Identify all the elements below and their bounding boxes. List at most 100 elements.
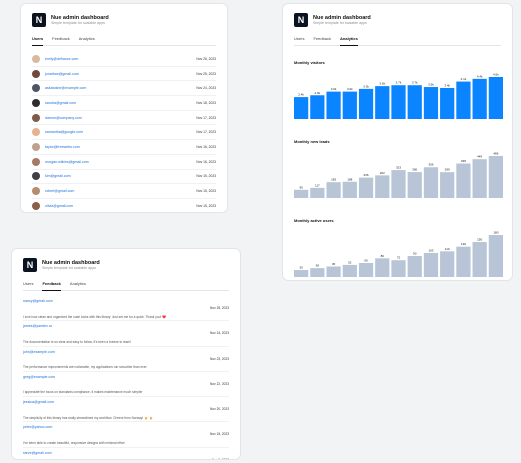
user-row[interactable]: damon@company.com Nov 17, 2023 [32,111,216,126]
user-date: Nov 16, 2023 [196,159,216,164]
tab-users[interactable]: Users [23,281,33,290]
user-email[interactable]: emily@defiance.com [45,57,196,61]
logo-icon: N [32,13,46,27]
user-row[interactable]: emily@defiance.com Nov 26, 2023 [32,52,216,67]
feedback-item[interactable]: peter@yahoo.com I've been able to create … [23,422,229,448]
chart-bar [472,159,487,198]
feedback-text: The documentation is so clear and easy t… [23,339,132,344]
feedback-email[interactable]: john@example.com [23,350,173,354]
tab-users[interactable]: Users [32,36,44,46]
feedback-date: Nov 24, 2023 [210,331,229,336]
chart-bar [358,263,374,277]
user-email[interactable]: robert@gmail.com [45,189,196,193]
user-email[interactable]: jonathan@gmail.com [45,72,196,76]
chart-value-label: 3.7k [412,81,418,85]
tab-analytics[interactable]: Analytics [340,36,358,46]
user-row[interactable]: robert@gmail.com Nov 15, 2023 [32,184,216,199]
user-email[interactable]: taylor@freewebs.com [45,145,196,149]
visitors-label: Monthly visitors [294,60,325,65]
feedback-item[interactable]: john@example.com The performance improvem… [23,347,229,372]
user-date: Nov 15, 2023 [196,203,216,208]
user-email[interactable]: kim@gmail.com [45,174,196,178]
chart-bar [472,242,487,277]
user-row[interactable]: kim@gmail.com Nov 15, 2023 [32,170,216,185]
tab-analytics[interactable]: Analytics [79,36,95,45]
feedback-item[interactable]: nancy@gmail.com I love how clean and orga… [23,296,229,322]
chart-value-label: 117 [315,183,320,187]
user-row[interactable]: jonathan@gmail.com Nov 25, 2023 [32,67,216,82]
chart-value-label: 45 [332,262,336,266]
header: N Nue admin dashboard Simple template fo… [21,4,227,27]
app-title: Nue admin dashboard [42,259,100,266]
chart-bar [488,235,503,277]
user-email[interactable]: olivia@gmail.com [45,204,196,208]
user-row[interactable]: olivia@gmail.com Nov 15, 2023 [32,199,216,212]
user-email[interactable]: damon@company.com [45,116,196,120]
tab-analytics[interactable]: Analytics [70,281,86,290]
chart-bar [423,252,439,277]
tab-feedback[interactable]: Feedback [313,36,331,45]
chart-value-label: 2.4k [298,93,304,97]
avatar [32,98,40,107]
feedback-item[interactable]: james@yandex.ru The documentation is so c… [23,321,229,347]
user-date: Nov 16, 2023 [196,144,216,149]
chart-bar [342,181,357,198]
feedback-email[interactable]: peter@yahoo.com [23,425,173,429]
chart-value-label: 3.5k [428,83,434,87]
chart-bar [440,251,455,277]
chart-bar [294,270,309,277]
feedback-item[interactable]: greg@example.com I appreciate the focus o… [23,372,229,398]
chart-bar [326,266,341,277]
chart-value-label: 300 [412,168,417,172]
feedback-email[interactable]: james@yandex.ru [23,324,173,328]
feedback-email[interactable]: steve@gmail.com [23,451,173,455]
chart-value-label: 262 [380,171,385,175]
feedback-email[interactable]: nancy@gmail.com [23,299,173,303]
chart-bar [342,264,357,277]
chart-value-label: 103 [428,248,433,252]
chart-bar [391,85,406,119]
feedback-text: I love how clean and organized the code … [23,314,167,319]
chart-bar [407,85,422,119]
feedback-email[interactable]: greg@example.com [23,375,173,379]
user-email[interactable]: sandra@gmail.com [45,101,196,105]
chart-value-label: 323 [396,166,401,170]
chart-value-label: 486 [493,152,498,156]
user-email[interactable]: askatoshe@example.com [45,86,196,90]
chart-value-label: 183 [331,178,336,182]
avatar [32,187,40,196]
active-chart: 30 38 45 52 60 80 72 90 103 110 130 150 180 [294,231,503,277]
visitors-chart: 2.4k 2.6k 3.0k 3.0k 3.3k 3.6k 3.7k 3.7k 3.5k 3.4k… [294,73,503,119]
chart-value-label: 52 [348,260,352,264]
chart-bar [456,163,471,198]
avatar [32,128,40,137]
chart-bar [391,170,406,198]
feedback-email[interactable]: jessica@gmail.com [23,400,173,404]
user-row[interactable]: samantha@google.com Nov 17, 2023 [32,125,216,141]
chart-bar [472,78,487,119]
user-row[interactable]: sandra@gmail.com Nov 18, 2023 [32,96,216,111]
visitors-section: Monthly visitors 2.4k 2.6k 3.0k 3.0k 3.3k 3.6… [294,60,503,124]
tab-feedback[interactable]: Feedback [42,281,61,291]
chart-bar [440,172,455,198]
tab-users[interactable]: Users [294,36,304,45]
tab-feedback[interactable]: Feedback [52,36,70,45]
user-row[interactable]: taylor@freewebs.com Nov 16, 2023 [32,140,216,155]
user-email[interactable]: samantha@google.com [45,130,196,134]
feedback-date: Nov 25, 2023 [210,306,229,310]
chart-bar [310,268,325,277]
feedback-text: The performance improvements are noticea… [23,365,147,370]
avatar [32,84,40,93]
feedback-item[interactable]: steve@gmail.comThe community support for… [23,448,229,459]
tab-bar: Users Feedback Analytics [294,36,501,46]
users-card: N Nue admin dashboard Simple template fo… [20,3,228,213]
chart-bar [456,81,471,119]
user-email[interactable]: morgan.wilkins@gmail.com [45,160,196,164]
app-title: Nue admin dashboard [51,14,109,21]
user-row[interactable]: askatoshe@example.com Nov 24, 2023 [32,81,216,97]
chart-bar [342,91,357,119]
user-row[interactable]: morgan.wilkins@gmail.com Nov 16, 2023 [32,155,216,170]
chart-value-label: 30 [299,266,303,270]
feedback-item[interactable]: jessica@gmail.com The simplicity of this … [23,397,229,423]
avatar [32,69,40,78]
